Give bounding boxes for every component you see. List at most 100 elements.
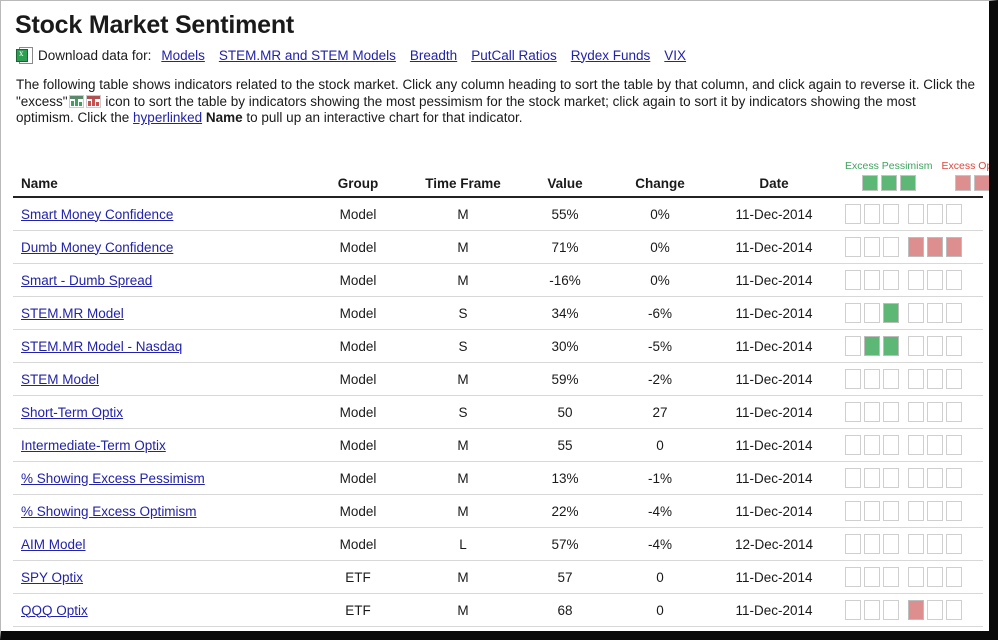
optimism-box-group: [908, 204, 962, 224]
indicator-link[interactable]: Dumb Money Confidence: [21, 240, 173, 255]
pessimism-box: [864, 501, 880, 521]
cell-change: -1%: [611, 461, 709, 495]
cell-value: 34%: [519, 296, 611, 330]
indicator-link[interactable]: AIM Model: [21, 537, 86, 552]
pessimism-box: [864, 468, 880, 488]
cell-value: -16%: [519, 263, 611, 297]
pessimism-box: [883, 534, 899, 554]
cell-time-frame: M: [407, 197, 519, 231]
excess-optimism-swatches[interactable]: [955, 175, 989, 191]
cell-time-frame: M: [407, 362, 519, 396]
download-link-models[interactable]: Models: [161, 48, 205, 63]
cell-group: Model: [309, 461, 407, 495]
optimism-box: [908, 270, 924, 290]
pessimism-box: [864, 237, 880, 257]
cell-group: ETF: [309, 560, 407, 594]
optimism-box: [946, 270, 962, 290]
excess-pessimism-header[interactable]: Excess Pessimism: [845, 160, 933, 191]
indicator-link[interactable]: % Showing Excess Pessimism: [21, 471, 205, 486]
hyperlinked-link[interactable]: hyperlinked: [133, 110, 202, 125]
cell-excess-indicators: [839, 560, 983, 594]
table-row: Dumb Money Confidence Model M 71% 0% 11-Dec-2…: [13, 230, 983, 264]
indicator-link[interactable]: Smart - Dumb Spread: [21, 273, 152, 288]
excess-pessimism-swatches[interactable]: [861, 175, 916, 191]
cell-change: 0: [611, 593, 709, 627]
cell-time-frame: M: [407, 263, 519, 297]
excess-optimism-header[interactable]: Excess Optimism: [942, 160, 989, 191]
optimism-box: [946, 534, 962, 554]
pessimism-box: [864, 336, 880, 356]
excess-pessimism-mini-icon[interactable]: [68, 94, 84, 108]
cell-time-frame: M: [407, 560, 519, 594]
cell-date: 11-Dec-2014: [709, 329, 839, 363]
pessimism-box: [845, 501, 861, 521]
optimism-box: [927, 237, 943, 257]
pessimism-box-group: [845, 600, 899, 620]
download-link-stem-mr-and-stem-models[interactable]: STEM.MR and STEM Models: [219, 48, 396, 63]
cell-name: AIM Model: [13, 527, 309, 561]
indicator-link[interactable]: Intermediate-Term Optix: [21, 438, 166, 453]
pessimism-box: [883, 402, 899, 422]
optimism-box: [908, 534, 924, 554]
indicator-link[interactable]: QQQ Optix: [21, 603, 88, 618]
pessimism-box: [845, 369, 861, 389]
pessimism-box: [883, 336, 899, 356]
pessimism-box: [883, 204, 899, 224]
cell-change: -4%: [611, 494, 709, 528]
indicator-link[interactable]: Smart Money Confidence: [21, 207, 173, 222]
intro-text-part3: to pull up an interactive chart for that…: [246, 110, 523, 125]
cell-time-frame: M: [407, 461, 519, 495]
optimism-box-group: [908, 468, 962, 488]
cell-change: 27: [611, 395, 709, 429]
optimism-box: [946, 435, 962, 455]
column-header-time-frame[interactable]: Time Frame: [407, 145, 519, 198]
indicator-link[interactable]: STEM.MR Model: [21, 306, 124, 321]
column-header-value[interactable]: Value: [519, 145, 611, 198]
column-header-change[interactable]: Change: [611, 145, 709, 198]
cell-date: 11-Dec-2014: [709, 197, 839, 231]
pessimism-box: [864, 567, 880, 587]
cell-time-frame: S: [407, 296, 519, 330]
excess-optimism-mini-icon[interactable]: [85, 94, 101, 108]
cell-date: 11-Dec-2014: [709, 296, 839, 330]
download-link-putcall-ratios[interactable]: PutCall Ratios: [471, 48, 557, 63]
cell-name: Dumb Money Confidence: [13, 230, 309, 264]
intro-paragraph: The following table shows indicators rel…: [16, 77, 977, 127]
cell-name: STEM.MR Model - Nasdaq: [13, 329, 309, 363]
optimism-box: [927, 204, 943, 224]
download-link-breadth[interactable]: Breadth: [410, 48, 457, 63]
optimism-box: [908, 501, 924, 521]
indicator-link[interactable]: STEM Model: [21, 372, 99, 387]
optimism-box-group: [908, 402, 962, 422]
table-row: % Showing Excess Optimism Model M 22% -4% 11-…: [13, 494, 983, 528]
swatch-green: [899, 175, 916, 191]
cell-value: 13%: [519, 461, 611, 495]
download-link-vix[interactable]: VIX: [664, 48, 686, 63]
cell-name: % Showing Excess Pessimism: [13, 461, 309, 495]
indicator-link[interactable]: % Showing Excess Optimism: [21, 504, 197, 519]
pessimism-box: [864, 600, 880, 620]
indicator-link[interactable]: STEM.MR Model - Nasdaq: [21, 339, 182, 354]
cell-name: SPY Optix: [13, 560, 309, 594]
optimism-box-group: [908, 501, 962, 521]
pessimism-box: [845, 336, 861, 356]
cell-date: 11-Dec-2014: [709, 263, 839, 297]
cell-group: Model: [309, 296, 407, 330]
column-header-group[interactable]: Group: [309, 145, 407, 198]
column-header-date[interactable]: Date: [709, 145, 839, 198]
swatch-green: [880, 175, 897, 191]
download-link-rydex-funds[interactable]: Rydex Funds: [571, 48, 651, 63]
table-row: AIM Model Model L 57% -4% 12-Dec-2014: [13, 527, 983, 561]
cell-excess-indicators: [839, 593, 983, 627]
pessimism-box: [845, 270, 861, 290]
column-header-name[interactable]: Name: [13, 145, 309, 198]
cell-group: Model: [309, 494, 407, 528]
optimism-box-group: [908, 435, 962, 455]
download-row: Download data for: Models STEM.MR and STE…: [16, 44, 977, 66]
cell-date: 11-Dec-2014: [709, 560, 839, 594]
cell-group: Model: [309, 527, 407, 561]
page-frame: Stock Market Sentiment Download data for…: [0, 0, 998, 640]
cell-group: ETF: [309, 593, 407, 627]
indicator-link[interactable]: SPY Optix: [21, 570, 83, 585]
indicator-link[interactable]: Short-Term Optix: [21, 405, 123, 420]
